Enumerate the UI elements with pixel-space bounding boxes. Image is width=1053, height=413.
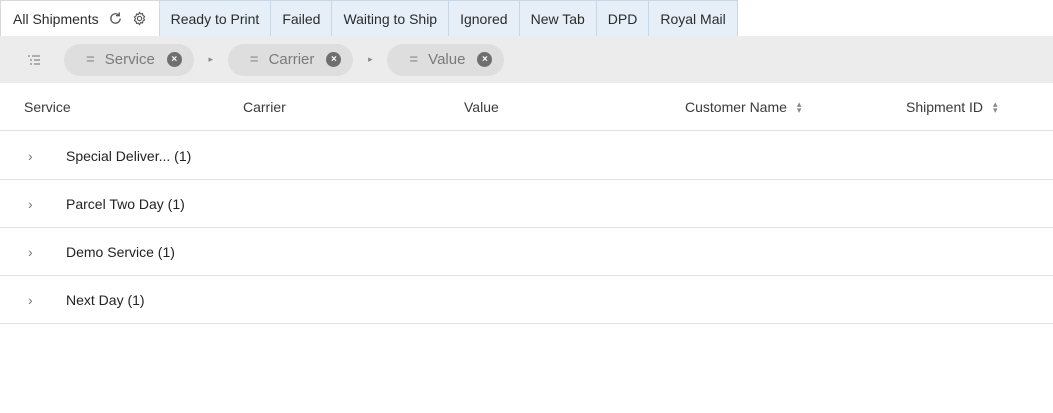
chevron-right-icon[interactable]: › <box>28 196 40 212</box>
tab-failed[interactable]: Failed <box>271 0 333 36</box>
column-header-label: Carrier <box>243 99 286 115</box>
group-row-label: Parcel Two Day (1) <box>66 195 185 212</box>
separator-arrow-icon: ▸ <box>368 54 373 64</box>
chevron-right-icon[interactable]: › <box>28 244 40 260</box>
group-row[interactable]: › Next Day (1) <box>0 276 1053 324</box>
tab-all-shipments[interactable]: All Shipments <box>0 0 160 36</box>
group-row-label: Next Day (1) <box>66 291 145 308</box>
tree-view-icon[interactable] <box>18 44 50 76</box>
remove-icon[interactable]: × <box>326 52 342 67</box>
column-header-label: Value <box>464 99 499 115</box>
remove-icon[interactable]: × <box>477 52 493 67</box>
tab-new-tab[interactable]: New Tab <box>519 0 597 36</box>
remove-icon[interactable]: × <box>166 52 182 67</box>
group-by-toolbar: = Service × ▸ = Carrier × ▸ = Value × <box>0 36 1053 83</box>
column-header-carrier[interactable]: Carrier <box>243 83 286 131</box>
column-header-label: Customer Name <box>685 99 787 115</box>
group-chip-label: Value <box>428 51 466 68</box>
tab-label: Ready to Print <box>170 10 260 27</box>
column-header-label: Service <box>24 99 71 115</box>
group-row[interactable]: › Demo Service (1) <box>0 228 1053 276</box>
group-chip-label: Carrier <box>268 51 315 68</box>
column-header-service[interactable]: Service <box>24 83 71 131</box>
tab-ignored[interactable]: Ignored <box>449 0 520 36</box>
group-row[interactable]: › Parcel Two Day (1) <box>0 180 1053 228</box>
column-header-shipment-id[interactable]: Shipment ID ▴ ▾ <box>906 83 998 131</box>
column-header-customer-name[interactable]: Customer Name ▴ ▾ <box>685 83 801 131</box>
group-row[interactable]: › Special Deliver... (1) <box>0 132 1053 180</box>
tab-label: All Shipments <box>13 10 99 27</box>
group-chip-value[interactable]: = Value × <box>387 43 505 76</box>
table-header: Service Carrier Value Customer Name ▴ ▾ S… <box>0 83 1053 131</box>
separator-arrow-icon: ▸ <box>208 54 214 64</box>
drag-handle-icon[interactable]: = <box>250 51 259 68</box>
column-header-value[interactable]: Value <box>464 83 499 131</box>
settings-icon[interactable] <box>131 10 149 28</box>
tab-royal-mail[interactable]: Royal Mail <box>649 0 738 36</box>
sort-icon[interactable]: ▴ ▾ <box>993 100 998 115</box>
tab-label: Waiting to Ship <box>343 10 438 27</box>
tab-label: New Tab <box>530 10 585 27</box>
drag-handle-icon[interactable]: = <box>86 51 95 68</box>
tab-label: DPD <box>607 10 638 27</box>
group-row-label: Special Deliver... (1) <box>66 147 192 164</box>
tab-label: Failed <box>282 10 321 27</box>
tab-waiting-to-ship[interactable]: Waiting to Ship <box>332 0 450 36</box>
drag-handle-icon[interactable]: = <box>409 51 418 68</box>
group-chip-label: Service <box>104 51 155 68</box>
tab-bar: All Shipments Ready to Print Failed Wait… <box>0 0 1053 36</box>
chevron-right-icon[interactable]: › <box>28 148 40 164</box>
tab-label: Royal Mail <box>660 10 726 27</box>
tab-dpd[interactable]: DPD <box>596 0 650 36</box>
chevron-right-icon[interactable]: › <box>28 292 40 308</box>
tab-ready-to-print[interactable]: Ready to Print <box>159 0 272 36</box>
tab-label: Ignored <box>460 10 508 27</box>
column-header-label: Shipment ID <box>906 99 984 115</box>
sort-icon[interactable]: ▴ ▾ <box>797 100 802 115</box>
group-chip-service[interactable]: = Service × <box>64 43 194 76</box>
group-chip-carrier[interactable]: = Carrier × <box>227 43 354 76</box>
refresh-icon[interactable] <box>107 10 125 28</box>
group-row-label: Demo Service (1) <box>66 243 175 260</box>
